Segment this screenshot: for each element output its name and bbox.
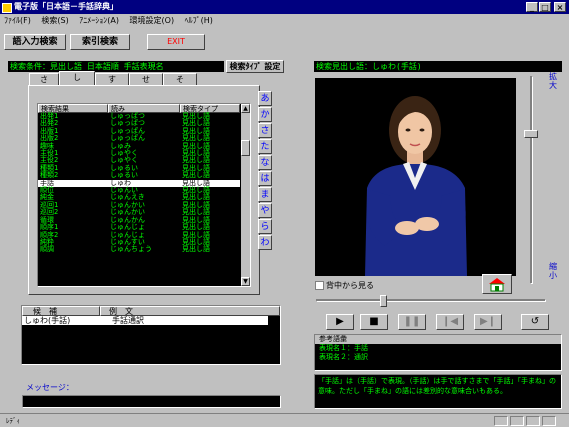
- kana-side-button[interactable]: は: [258, 171, 272, 186]
- candidate-example: 手話通訳: [112, 316, 144, 325]
- result-reading: じゅんちょう: [110, 245, 152, 254]
- kana-tab-shi[interactable]: し: [59, 71, 95, 86]
- menu-animation[interactable]: ｱﾆﾒｰｼｮﾝ(A): [79, 16, 119, 25]
- results-list: 検索結果 読み 検索タイプ 出発1 しゅっぱつ 見出し語 出発2 しゅっぱつ 見出し語 出版…: [37, 103, 251, 287]
- home-icon: [489, 278, 505, 292]
- zoom-slider[interactable]: [523, 76, 539, 286]
- scroll-down-arrow[interactable]: ▼: [241, 277, 250, 286]
- step-forward-icon: ▶❙: [479, 316, 497, 327]
- candidates-panel: 候 補 例 文 しゅわ(手話) 手話通訳: [21, 305, 281, 365]
- kana-side-button[interactable]: か: [258, 107, 272, 122]
- repeat-icon: ↺: [530, 316, 540, 327]
- candidates-header-example[interactable]: 例 文: [100, 306, 280, 316]
- signer-avatar: [365, 96, 467, 276]
- zoom-slider-thumb[interactable]: [524, 130, 538, 138]
- search-type-label: 検索ﾀｲﾌﾟ 設定: [229, 62, 281, 71]
- exit-label: EXIT: [167, 37, 185, 46]
- index-search-label: 索引検索: [81, 37, 118, 47]
- zoom-slider-track: [530, 76, 533, 284]
- playback-slider-track: [316, 299, 546, 302]
- menu-help[interactable]: ﾍﾙﾌﾟ(H): [185, 16, 213, 25]
- status-panel-3: [526, 416, 540, 426]
- results-scrollbar[interactable]: ▲ ▼: [241, 104, 250, 286]
- reference-line-2: 表現名２：通訳: [319, 353, 368, 361]
- kana-side-button[interactable]: や: [258, 203, 272, 218]
- window-title: 電子版「日本語－手話辞典」: [14, 2, 118, 11]
- kana-side-button[interactable]: な: [258, 155, 272, 170]
- candidates-header-candidate[interactable]: 候 補: [22, 306, 100, 316]
- reference-panel: 参考語彙 表現名１：手話 表現名２：通訳: [314, 334, 562, 371]
- play-icon: ▶: [336, 316, 344, 327]
- menu-settings[interactable]: 環境設定(O): [130, 16, 175, 25]
- status-text: ﾚﾃﾞｨ: [6, 417, 20, 425]
- kana-side-button[interactable]: あ: [258, 91, 272, 106]
- candidates-header: 候 補 例 文: [22, 306, 280, 316]
- zoom-out-label: 縮小: [549, 262, 557, 280]
- repeat-button[interactable]: ↺: [521, 314, 549, 330]
- result-row[interactable]: 順調 じゅんちょう 見出し語: [38, 245, 240, 254]
- maximize-button[interactable]: □: [539, 2, 551, 12]
- pause-icon: ❚❚: [403, 316, 421, 327]
- menu-file[interactable]: ﾌｧｲﾙ(F): [4, 16, 31, 25]
- status-panel-4: [542, 416, 556, 426]
- close-button[interactable]: ×: [554, 2, 566, 12]
- scroll-thumb[interactable]: [241, 140, 250, 156]
- results-table: 出発1 しゅっぱつ 見出し語 出発2 しゅっぱつ 見出し語 出版1 しゅっぱん 見出し語 出版2 し…: [38, 112, 240, 254]
- stop-icon: ■: [369, 316, 379, 327]
- zoom-in-label: 拡大: [549, 72, 557, 90]
- back-view-label: 背中から見る: [326, 281, 374, 290]
- status-panel-2: [510, 416, 524, 426]
- result-type: 見出し語: [182, 245, 210, 254]
- menu-bar: ﾌｧｲﾙ(F) 検索(S) ｱﾆﾒｰｼｮﾝ(A) 環境設定(O) ﾍﾙﾌﾟ(H): [4, 15, 221, 27]
- play-button[interactable]: ▶: [326, 314, 354, 330]
- description-panel: 「手話」は（手話）で表現。（手話）は手で話すさまで「手話」「手まね」の意味。ただ…: [314, 374, 562, 409]
- scroll-up-arrow[interactable]: ▲: [241, 104, 250, 113]
- reference-line-1: 表現名１：手話: [319, 344, 368, 352]
- status-bar: ﾚﾃﾞｨ: [0, 413, 569, 427]
- description-text: 「手話」は（手話）で表現。（手話）は手で話すさまで「手話」「手まね」の意味。ただ…: [318, 377, 556, 395]
- kana-tab-su-label: す: [108, 75, 116, 84]
- playback-slider-thumb[interactable]: [380, 295, 387, 307]
- word-input-search-label: 語入力検索: [12, 37, 58, 47]
- candidate-word: しゅわ(手話): [24, 316, 71, 325]
- viewer-heading: 検索見出し語：しゅわ(手話): [314, 61, 562, 72]
- app-icon: [2, 3, 12, 13]
- kana-side-button[interactable]: た: [258, 139, 272, 154]
- message-display: [22, 395, 281, 408]
- kana-tab-se-label: せ: [142, 75, 150, 84]
- step-back-icon: ❙◀: [441, 316, 459, 327]
- kana-side-button[interactable]: ら: [258, 219, 272, 234]
- viewer-heading-text: 検索見出し語：しゅわ(手話): [316, 62, 422, 71]
- minimize-button[interactable]: _: [526, 2, 538, 12]
- kana-side-button[interactable]: ま: [258, 187, 272, 202]
- kana-tab-shi-label: し: [73, 73, 81, 82]
- step-back-button[interactable]: ❙◀: [436, 314, 464, 330]
- result-word: 順調: [40, 245, 54, 254]
- message-label: メッセージ：: [26, 383, 74, 392]
- search-type-button[interactable]: 検索ﾀｲﾌﾟ 設定: [226, 60, 284, 73]
- kana-tab-so-label: そ: [176, 75, 184, 84]
- kana-side-button[interactable]: さ: [258, 123, 272, 138]
- word-input-search-tab[interactable]: 語入力検索: [4, 34, 66, 50]
- stop-button[interactable]: ■: [360, 314, 388, 330]
- animation-view: [315, 78, 516, 276]
- menu-search[interactable]: 検索(S): [41, 16, 68, 25]
- candidate-row[interactable]: しゅわ(手話) 手話通訳: [22, 316, 268, 325]
- kana-side-button[interactable]: わ: [258, 235, 272, 250]
- step-forward-button[interactable]: ▶❙: [474, 314, 502, 330]
- exit-button[interactable]: EXIT: [147, 34, 205, 50]
- search-condition-display: 検索条件：見出し語 日本語順 手話表現名: [8, 61, 224, 72]
- index-search-tab[interactable]: 索引検索: [70, 34, 130, 50]
- title-bar: 電子版「日本語－手話辞典」 _ □ ×: [0, 0, 569, 14]
- home-button[interactable]: [482, 274, 512, 294]
- search-condition-text: 検索条件：見出し語 日本語順 手話表現名: [10, 62, 164, 71]
- back-view-checkbox[interactable]: [315, 281, 324, 290]
- kana-tab-sa-label: さ: [40, 75, 48, 84]
- status-panel-1: [494, 416, 508, 426]
- reference-heading: 参考語彙: [315, 335, 561, 344]
- pause-button[interactable]: ❚❚: [398, 314, 426, 330]
